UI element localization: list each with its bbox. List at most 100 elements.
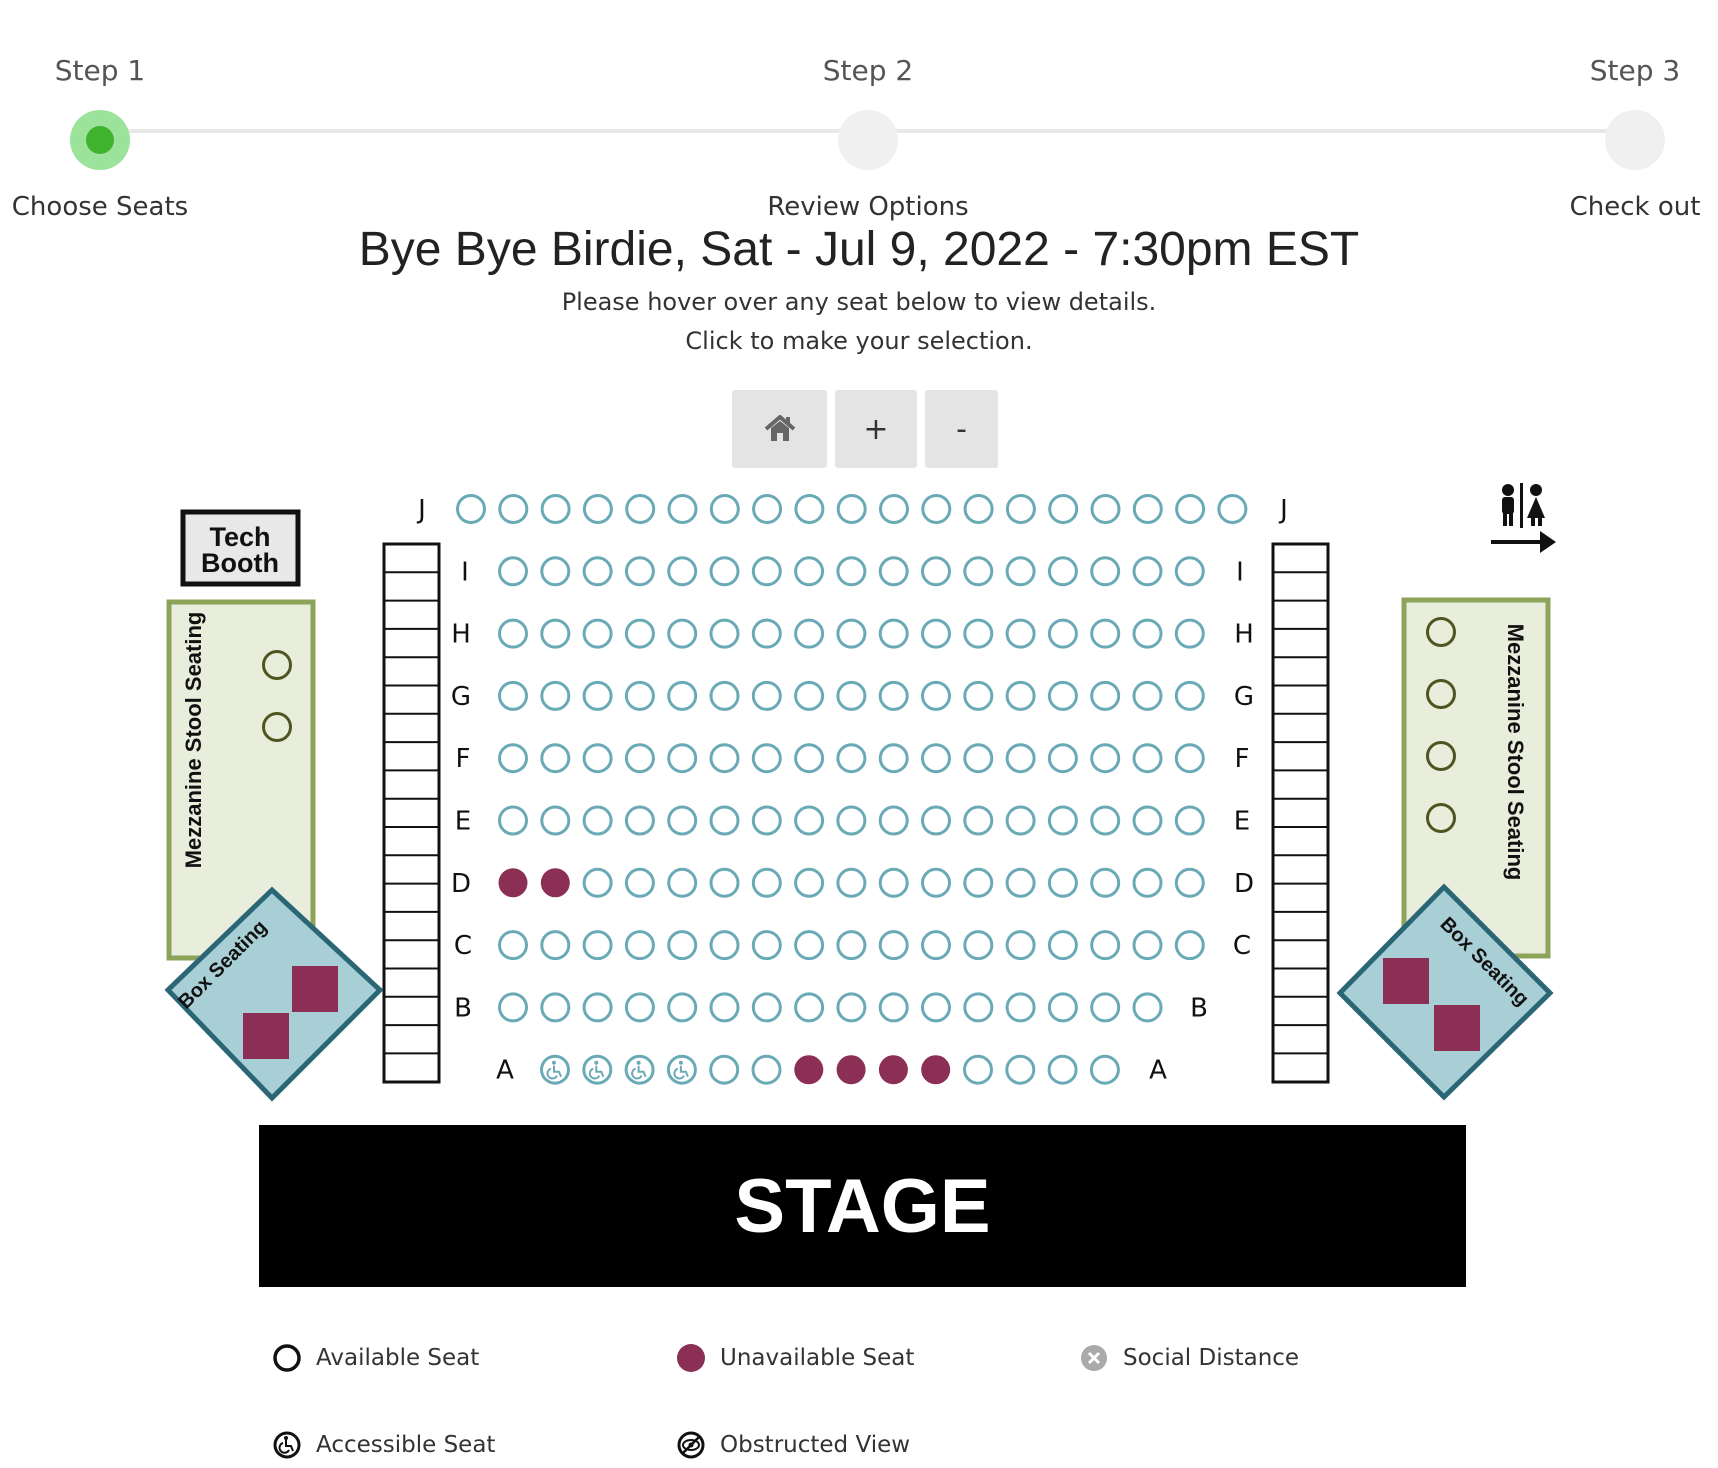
seat-available[interactable] bbox=[540, 618, 571, 649]
seat-available[interactable] bbox=[582, 680, 613, 711]
seat-available[interactable] bbox=[1047, 680, 1078, 711]
seat-available[interactable] bbox=[667, 680, 698, 711]
seat-available[interactable] bbox=[751, 743, 782, 774]
seat-available[interactable] bbox=[624, 680, 655, 711]
seat-available[interactable] bbox=[1089, 1054, 1120, 1085]
seat-available[interactable] bbox=[836, 867, 867, 898]
seat-available[interactable] bbox=[540, 992, 571, 1023]
seat-available[interactable] bbox=[1005, 556, 1036, 587]
seat-available[interactable] bbox=[498, 743, 528, 774]
seat-available[interactable] bbox=[1090, 992, 1121, 1023]
seat-available[interactable] bbox=[836, 805, 867, 836]
seat-available[interactable] bbox=[1047, 805, 1078, 836]
seat-available[interactable] bbox=[1047, 1054, 1078, 1085]
seat-available[interactable] bbox=[836, 556, 867, 587]
seat-available[interactable] bbox=[921, 930, 951, 961]
seat-available[interactable] bbox=[1132, 494, 1163, 524]
seat-available[interactable] bbox=[709, 805, 740, 836]
seat-available[interactable] bbox=[1005, 680, 1036, 711]
seat-available[interactable] bbox=[582, 930, 613, 961]
seat-available[interactable] bbox=[751, 992, 782, 1023]
seat-available[interactable] bbox=[498, 618, 528, 649]
seat-available[interactable] bbox=[1047, 743, 1078, 774]
seat-available[interactable] bbox=[1132, 556, 1163, 587]
seat-available[interactable] bbox=[1005, 618, 1036, 649]
seat-available[interactable] bbox=[582, 618, 613, 649]
seat-available[interactable] bbox=[624, 992, 655, 1023]
seat-available[interactable] bbox=[1090, 556, 1121, 587]
seat-available[interactable] bbox=[921, 867, 951, 898]
seat-available[interactable] bbox=[1090, 930, 1121, 961]
seat-available[interactable] bbox=[878, 743, 909, 774]
seat-available[interactable] bbox=[582, 556, 613, 587]
seat-available[interactable] bbox=[963, 992, 994, 1023]
seat-available[interactable] bbox=[836, 930, 867, 961]
seat-available[interactable] bbox=[878, 556, 909, 587]
seat-available[interactable] bbox=[836, 992, 867, 1023]
seat-available[interactable] bbox=[624, 556, 655, 587]
seat-available[interactable] bbox=[540, 556, 571, 587]
seat-available[interactable] bbox=[794, 556, 825, 587]
seat-available[interactable] bbox=[667, 618, 698, 649]
seat-available[interactable] bbox=[498, 992, 528, 1023]
seat-available[interactable] bbox=[1005, 494, 1036, 524]
seat-available[interactable] bbox=[624, 930, 655, 961]
seat-available[interactable] bbox=[1174, 556, 1205, 587]
seat-available[interactable] bbox=[1005, 1054, 1036, 1085]
seat-available[interactable] bbox=[794, 992, 825, 1023]
seat-available[interactable] bbox=[624, 867, 655, 898]
seat-available[interactable] bbox=[709, 992, 740, 1023]
seat-available[interactable] bbox=[963, 930, 994, 961]
seat-available[interactable] bbox=[1005, 743, 1036, 774]
seat-available[interactable] bbox=[1090, 680, 1121, 711]
seat-available[interactable] bbox=[625, 494, 656, 524]
seat-available[interactable] bbox=[921, 494, 952, 524]
seat-available[interactable] bbox=[540, 805, 571, 836]
seat-available[interactable] bbox=[709, 1054, 740, 1085]
seat-available[interactable] bbox=[1174, 743, 1205, 774]
seat-available[interactable] bbox=[751, 930, 782, 961]
seat-available[interactable] bbox=[794, 930, 825, 961]
seat-available[interactable] bbox=[794, 494, 825, 524]
seat-available[interactable] bbox=[1090, 743, 1121, 774]
seat-available[interactable] bbox=[751, 867, 782, 898]
seat-available[interactable] bbox=[878, 867, 909, 898]
seat-available[interactable] bbox=[667, 743, 698, 774]
seat-available[interactable] bbox=[963, 494, 994, 524]
seat-available[interactable] bbox=[794, 743, 825, 774]
seat-available[interactable] bbox=[794, 618, 825, 649]
seat-available[interactable] bbox=[878, 930, 909, 961]
seat-available[interactable] bbox=[582, 743, 613, 774]
seat-available[interactable] bbox=[1047, 556, 1078, 587]
seat-available[interactable] bbox=[751, 556, 782, 587]
seat-available[interactable] bbox=[921, 680, 951, 711]
seat-available[interactable] bbox=[1132, 618, 1163, 649]
seat-available[interactable] bbox=[667, 805, 698, 836]
seat-available[interactable] bbox=[1047, 992, 1078, 1023]
seat-available[interactable] bbox=[709, 494, 740, 524]
seat-available[interactable] bbox=[963, 618, 994, 649]
seat-available[interactable] bbox=[751, 618, 782, 649]
seat-available[interactable] bbox=[1047, 867, 1078, 898]
seat-available[interactable] bbox=[1090, 618, 1121, 649]
seat-available[interactable] bbox=[1174, 930, 1205, 961]
seat-available[interactable] bbox=[540, 494, 571, 524]
seat-available[interactable] bbox=[1047, 930, 1078, 961]
seat-available[interactable] bbox=[836, 494, 867, 524]
seat-available[interactable] bbox=[1175, 494, 1206, 524]
reset-view-button[interactable] bbox=[732, 390, 827, 468]
seat-available[interactable] bbox=[1132, 680, 1163, 711]
seat-available[interactable] bbox=[582, 805, 613, 836]
seat-available[interactable] bbox=[667, 930, 698, 961]
seat-available[interactable] bbox=[879, 494, 909, 524]
zoom-out-button[interactable]: - bbox=[925, 390, 998, 468]
seat-available[interactable] bbox=[836, 618, 867, 649]
seat-available[interactable] bbox=[794, 680, 825, 711]
seat-available[interactable] bbox=[582, 494, 613, 524]
seat-available[interactable] bbox=[1005, 992, 1036, 1023]
seat-available[interactable] bbox=[582, 867, 613, 898]
seat-available[interactable] bbox=[1005, 805, 1036, 836]
seat-available[interactable] bbox=[836, 743, 867, 774]
seat-available[interactable] bbox=[836, 680, 867, 711]
seat-available[interactable] bbox=[1132, 805, 1163, 836]
